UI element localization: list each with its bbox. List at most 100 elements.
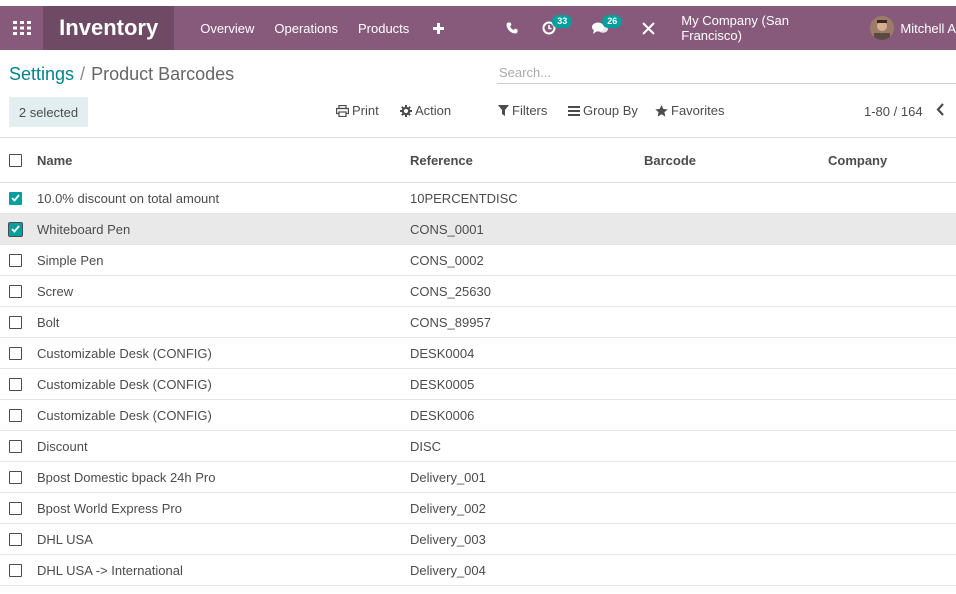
row-checkbox[interactable] [9, 346, 22, 360]
cell-reference: Delivery_003 [410, 531, 486, 547]
chevron-left-icon[interactable] [936, 103, 944, 119]
row-checkbox-checked[interactable] [8, 221, 23, 237]
activity-clock-icon[interactable]: 33 [530, 6, 573, 50]
row-checkbox[interactable] [9, 439, 22, 453]
cell-reference: DESK0006 [410, 407, 475, 423]
cell-name: Bolt [37, 314, 60, 330]
print-button[interactable]: Print [336, 103, 379, 118]
menu-overview[interactable]: Overview [190, 6, 264, 50]
debug-tools-icon[interactable] [630, 6, 667, 50]
user-menu[interactable]: Mitchell A [858, 6, 956, 50]
table-row[interactable]: 10.0% discount on total amount 10PERCENT… [0, 183, 956, 214]
cell-name: DHL USA [37, 531, 93, 547]
breadcrumb-settings-link[interactable]: Settings [9, 64, 74, 84]
main-menu: Overview Operations Products [190, 6, 458, 50]
select-all-checkbox[interactable] [9, 153, 22, 167]
search-bar [497, 62, 956, 84]
table-row[interactable]: Screw CONS_25630 [0, 276, 956, 307]
row-checkbox[interactable] [9, 377, 22, 391]
cell-reference: DESK0005 [410, 376, 475, 392]
gear-icon [400, 104, 412, 117]
group-by-label: Group By [583, 103, 638, 118]
group-by-button[interactable]: Group By [568, 103, 638, 118]
table-row[interactable]: Customizable Desk (CONFIG) DESK0006 [0, 400, 956, 431]
row-checkbox-checked[interactable] [9, 191, 22, 205]
cell-name: Customizable Desk (CONFIG) [37, 407, 212, 423]
cell-reference: DESK0004 [410, 345, 475, 361]
filter-funnel-icon [498, 105, 509, 116]
pager-value[interactable]: 1-80 / 164 [864, 104, 923, 119]
menu-operations[interactable]: Operations [264, 6, 348, 50]
apps-menu-icon[interactable] [0, 6, 43, 50]
selection-counter: 2 selected [9, 97, 88, 127]
action-label: Action [415, 103, 452, 118]
cell-name: Customizable Desk (CONFIG) [37, 376, 212, 392]
table-row[interactable]: Customizable Desk (CONFIG) DESK0005 [0, 369, 956, 400]
bars-icon [568, 105, 580, 116]
cell-reference: CONS_0001 [410, 221, 484, 237]
phone-icon[interactable] [494, 6, 530, 50]
app-brand[interactable]: Inventory [43, 6, 175, 50]
column-header-reference[interactable]: Reference [410, 153, 644, 168]
checkmark-icon [11, 194, 20, 202]
star-icon [655, 104, 668, 117]
cell-reference: CONS_89957 [410, 314, 491, 330]
cell-name: Customizable Desk (CONFIG) [37, 345, 212, 361]
cell-name: Screw [37, 283, 74, 299]
top-navbar: Inventory Overview Operations Products 3… [0, 6, 956, 50]
company-switcher[interactable]: My Company (San Francisco) [667, 6, 858, 50]
print-label: Print [352, 103, 379, 118]
menu-products[interactable]: Products [348, 6, 419, 50]
cell-reference: Delivery_001 [410, 469, 486, 485]
user-name: Mitchell A [900, 20, 956, 36]
table-row[interactable]: Bolt CONS_89957 [0, 307, 956, 338]
row-checkbox[interactable] [9, 470, 22, 484]
column-header-company[interactable]: Company [828, 153, 956, 168]
search-input[interactable] [497, 62, 956, 83]
row-checkbox[interactable] [9, 532, 22, 546]
cell-name: Bpost World Express Pro [37, 500, 182, 516]
checkmark-icon [11, 225, 20, 233]
breadcrumb-separator: / [80, 64, 86, 84]
favorites-button[interactable]: Favorites [655, 103, 724, 118]
filters-label: Filters [512, 103, 548, 118]
plus-icon[interactable] [419, 6, 458, 50]
table-row[interactable]: Bpost Domestic bpack 24h Pro Delivery_00… [0, 462, 956, 493]
row-checkbox[interactable] [9, 253, 22, 267]
cell-name: Bpost Domestic bpack 24h Pro [37, 469, 216, 485]
action-button[interactable]: Action [400, 103, 451, 118]
table-header: Name Reference Barcode Company [0, 138, 956, 183]
row-checkbox[interactable] [9, 563, 22, 577]
messages-chat-icon[interactable]: 26 [580, 6, 623, 50]
column-header-name[interactable]: Name [37, 153, 410, 168]
page-title: Product Barcodes [91, 64, 235, 84]
table-row[interactable]: Whiteboard Pen CONS_0001 [0, 214, 956, 245]
table-row[interactable]: Bpost World Express Pro Delivery_002 [0, 493, 956, 524]
table-row[interactable]: Simple Pen CONS_0002 [0, 245, 956, 276]
cell-reference: DISC [410, 438, 442, 454]
product-barcodes-list: Name Reference Barcode Company 10.0% dis… [0, 137, 956, 586]
table-row[interactable]: Discount DISC [0, 431, 956, 462]
table-row[interactable]: DHL USA Delivery_003 [0, 524, 956, 555]
table-row[interactable]: Customizable Desk (CONFIG) DESK0004 [0, 338, 956, 369]
cell-name: Simple Pen [37, 252, 104, 268]
table-row[interactable]: DHL USA -> International Delivery_004 [0, 555, 956, 586]
column-header-barcode[interactable]: Barcode [644, 153, 828, 168]
favorites-label: Favorites [671, 103, 725, 118]
row-checkbox[interactable] [9, 315, 22, 329]
cell-reference: Delivery_002 [410, 500, 486, 516]
row-checkbox[interactable] [9, 408, 22, 422]
row-checkbox[interactable] [9, 501, 22, 515]
messages-count-badge: 26 [602, 15, 623, 28]
breadcrumb: Settings / Product Barcodes [9, 64, 234, 85]
filters-button[interactable]: Filters [498, 103, 547, 118]
user-avatar [870, 16, 895, 40]
row-checkbox[interactable] [9, 284, 22, 298]
cell-reference: CONS_25630 [410, 283, 491, 299]
print-icon [336, 104, 349, 117]
cell-reference: CONS_0002 [410, 252, 484, 268]
activity-count-badge: 33 [552, 15, 573, 28]
cell-name: DHL USA -> International [37, 562, 183, 578]
systray: 33 26 My Company (San Francisco) Mitchel… [494, 6, 956, 50]
cell-name: 10.0% discount on total amount [37, 190, 220, 206]
